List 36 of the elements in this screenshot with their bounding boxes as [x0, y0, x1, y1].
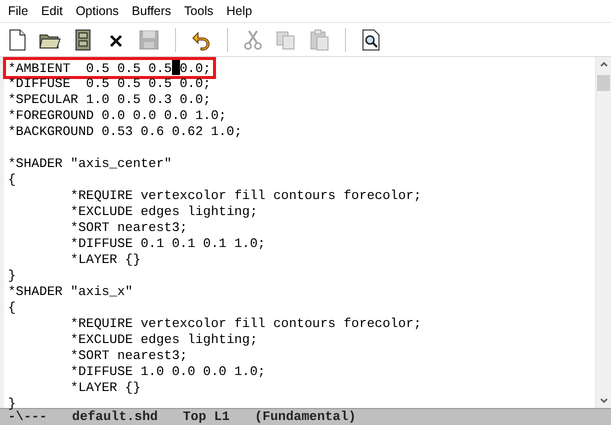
code-line: *REQUIRE vertexcolor fill contours forecolor; [69, 316, 422, 332]
scroll-down-icon[interactable] [600, 398, 608, 404]
code-line: *LAYER {} [69, 380, 141, 396]
menu-item[interactable]: Buffers [126, 2, 178, 20]
code-line: *EXCLUDE edges lighting; [69, 204, 258, 220]
code-line: *FOREGROUND 0.0 0.0 0.0 1.0; [8, 108, 226, 124]
code-line: *DIFFUSE 0.5 0.5 0.5 0.0; [8, 76, 211, 92]
code-line: *SHADER "axis_center" [8, 156, 172, 172]
code-line: *BACKGROUND 0.53 0.6 0.62 1.0; [8, 124, 242, 140]
code-line: { [8, 300, 16, 316]
cursor-position: Top L1 [182, 408, 230, 425]
code-line: *EXCLUDE edges lighting; [69, 332, 258, 348]
code-line: *SPECULAR 1.0 0.5 0.3 0.0; [8, 92, 211, 108]
code-line: } [8, 396, 16, 411]
menu-item[interactable]: Edit [35, 2, 69, 20]
menu-item[interactable]: Help [220, 2, 258, 20]
modified-status: -\--- [8, 409, 48, 425]
code-line: { [8, 172, 16, 188]
scroll-up-icon[interactable] [600, 61, 608, 67]
scrollbar[interactable] [595, 57, 611, 408]
code-line: *DIFFUSE 1.0 0.0 0.0 1.0; [69, 364, 266, 380]
code-line: *SHADER "axis_x" [8, 284, 133, 300]
major-mode: (Fundamental) [254, 408, 356, 425]
code-line: *SORT nearest3; [69, 348, 188, 364]
code-line: *AMBIENT 0.5 0.5 0.5 0.0; [6, 60, 213, 76]
menu-item[interactable]: Tools [178, 2, 220, 20]
text-cursor [172, 60, 180, 75]
code-line: *REQUIRE vertexcolor fill contours forecolor; [69, 188, 422, 204]
code-line: *SORT nearest3; [69, 220, 188, 236]
buffer-name: default.shd [72, 408, 158, 425]
code-line: *LAYER {} [69, 252, 141, 268]
menu-item[interactable]: File [2, 2, 34, 20]
menu-item[interactable]: Options [70, 2, 125, 20]
code-line: } [8, 268, 16, 284]
code-line: *DIFFUSE 0.1 0.1 0.1 1.0; [69, 236, 266, 252]
scroll-thumb[interactable] [597, 75, 610, 91]
